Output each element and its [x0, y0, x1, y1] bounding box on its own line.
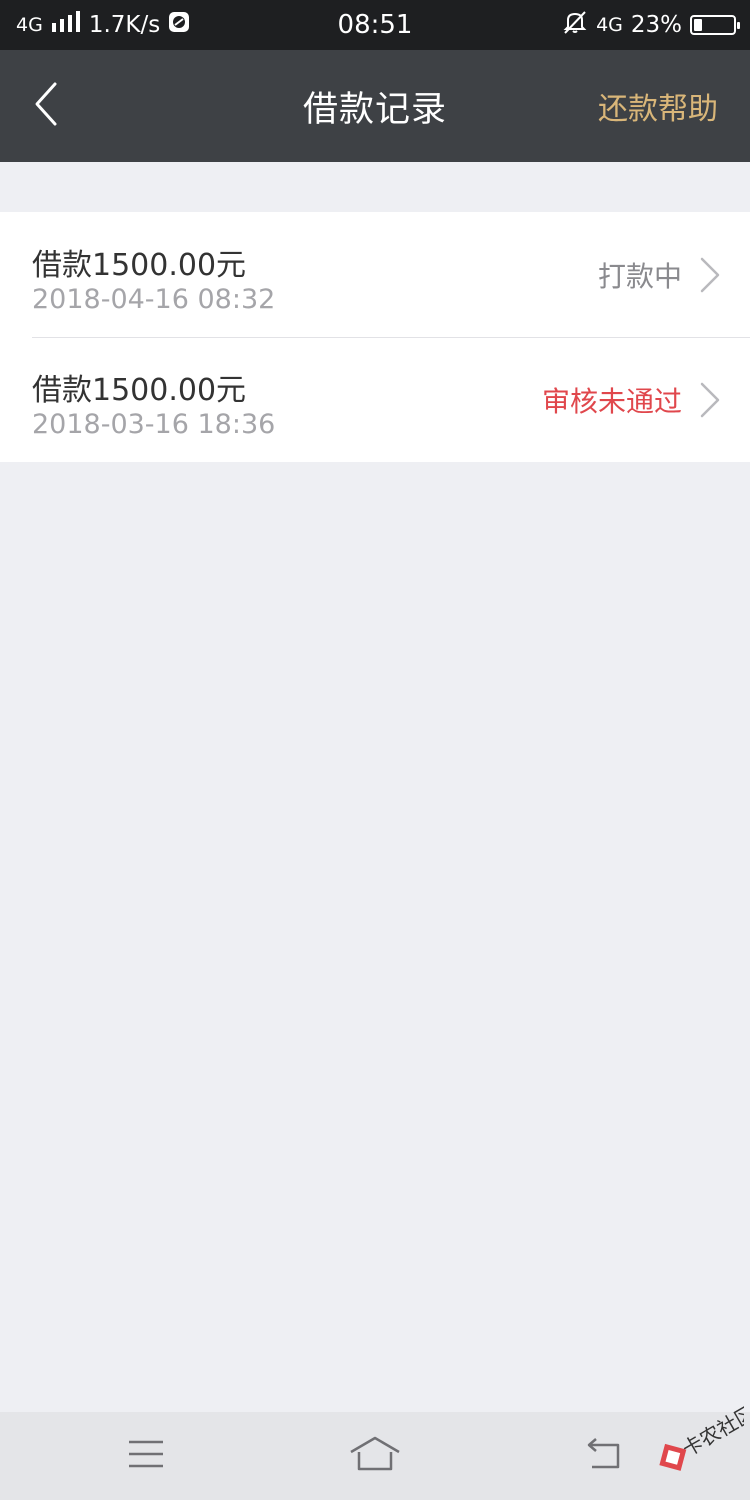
watermark-logo: 卡农社区: [644, 1400, 750, 1484]
menu-icon: [127, 1439, 165, 1473]
watermark-text: 卡农社区: [678, 1404, 744, 1461]
return-icon: [584, 1437, 624, 1475]
status-bar: 4G 1.7K/s 08:51 4G 23%: [0, 0, 750, 50]
loan-status: 打款中: [597, 259, 682, 293]
battery-percent: 23%: [630, 12, 682, 38]
home-button[interactable]: [345, 1426, 405, 1486]
mute-bell-icon: [562, 9, 588, 41]
menu-button[interactable]: [116, 1426, 176, 1486]
home-icon: [349, 1436, 401, 1476]
back-system-button[interactable]: [574, 1426, 634, 1486]
loan-record-item[interactable]: 借款1500.00元 2018-04-16 08:32 打款中: [0, 212, 750, 337]
battery-icon: [690, 15, 740, 35]
chevron-right-icon: [694, 256, 724, 294]
loan-amount: 借款1500.00元: [32, 373, 247, 408]
loan-amount: 借款1500.00元: [32, 248, 247, 283]
status-right: 4G 23%: [562, 0, 740, 50]
header-bar: 借款记录 还款帮助: [0, 50, 750, 162]
loan-status: 审核未通过: [541, 384, 682, 418]
loan-date: 2018-04-16 08:32: [32, 284, 276, 315]
loan-record-list: 借款1500.00元 2018-04-16 08:32 打款中 借款1500.0…: [0, 212, 750, 462]
repayment-help-button[interactable]: 还款帮助: [598, 50, 718, 162]
loan-date: 2018-03-16 18:36: [32, 409, 276, 440]
loan-record-item[interactable]: 借款1500.00元 2018-03-16 18:36 审核未通过: [0, 337, 750, 462]
system-nav-bar: [0, 1412, 750, 1500]
network-type-right: 4G: [596, 14, 623, 36]
chevron-right-icon: [694, 381, 724, 419]
